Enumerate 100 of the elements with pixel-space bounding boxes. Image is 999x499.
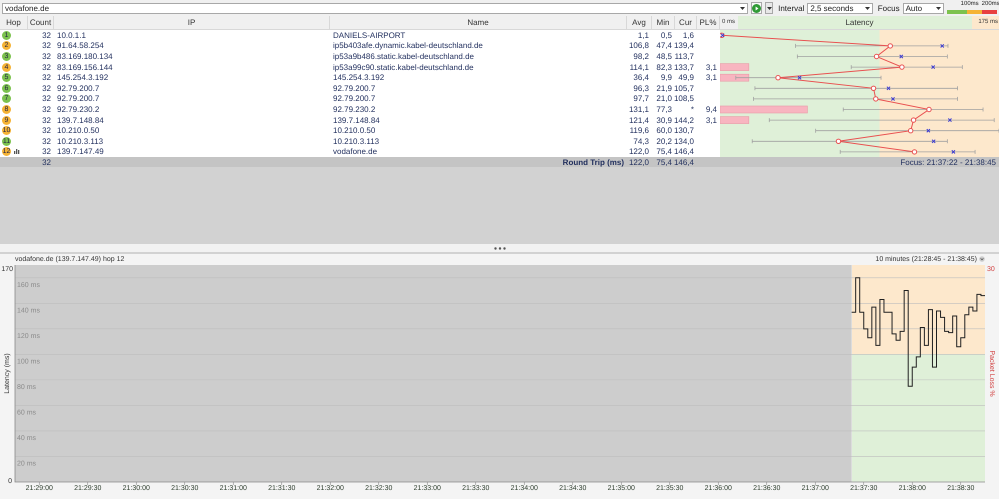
packet-loss-bar [720,63,750,71]
average-marker [874,54,880,60]
table-cell: 10.210.0.50 [333,126,376,136]
current-marker [926,128,930,133]
table-cell: 74,3 [633,136,649,146]
table-cell: vodafone.de [333,147,378,156]
table-cell: 113,7 [674,52,694,61]
table-cell: 119,6 [630,126,649,136]
table-cell: 114,1 [630,62,649,72]
average-marker [926,106,932,112]
column-header[interactable]: IP [54,16,330,30]
table-cell: 60,0 [656,126,672,136]
interval-select[interactable]: 2,5 seconds [807,2,873,14]
column-header[interactable]: Avg [627,16,652,30]
table-cell: DANIELS-AIRPORT [333,30,406,40]
table-cell: ip5b403afe.dynamic.kabel-deutschland.de [333,41,483,50]
table-cell: 32 [42,41,51,50]
table-cell: 32 [42,52,51,61]
table-cell: 32 [42,136,51,146]
table-cell: 49,9 [678,73,694,82]
table-cell: 32 [42,73,51,82]
column-header[interactable]: Hop [0,16,28,30]
table-cell: 10.210.0.50 [57,126,100,136]
column-header[interactable]: Min [652,16,675,30]
table-cell: ip53a9b486.static.kabel-deutschland.de [333,52,474,61]
table-cell: 3,1 [706,73,717,82]
current-marker [797,76,802,80]
packet-loss-bar [720,74,750,82]
average-current-marker [720,32,725,38]
table-cell: 146,4 [674,158,694,167]
table-cell: 9,4 [706,104,717,114]
focus-select[interactable]: Auto [902,2,944,14]
current-marker [940,44,944,48]
table-cell: 36,4 [633,73,649,82]
column-header[interactable]: Name [330,16,627,30]
table-cell: 122,0 [628,147,649,156]
table-cell: 32 [42,94,51,104]
column-header[interactable]: Cur [675,16,697,30]
row-label: Round Trip (ms) [562,158,624,167]
play-icon [752,4,761,12]
current-marker [932,139,936,144]
current-marker [886,86,891,90]
table-cell: 144,2 [674,116,694,125]
table-cell: 139.7.148.84 [333,116,380,125]
target-field[interactable]: vodafone.de [2,2,748,14]
table-cell: 108,5 [674,94,694,104]
average-marker [888,43,893,49]
current-marker [951,150,956,154]
table-cell: 10.210.3.113 [57,136,104,146]
table-cell: 131,1 [628,104,649,114]
packet-loss-bar [720,116,750,124]
table-cell: 20,2 [656,136,672,146]
current-marker [931,65,936,70]
table-cell: 145.254.3.192 [57,73,108,82]
table-cell: 32 [42,104,51,114]
table-cell: 21,9 [656,84,672,93]
average-marker [870,86,876,91]
average-marker [836,138,842,144]
column-header[interactable]: Count [28,16,54,30]
table-cell: 145.254.3.192 [333,73,384,82]
average-marker [873,96,878,102]
dropdown-button[interactable] [765,2,774,14]
table-cell: 32 [42,84,51,93]
table-cell: 1,6 [682,30,694,40]
focus-range: Focus: 21:37:22 - 21:38:45 [900,158,996,167]
table-cell: 92.79.200.7 [333,94,376,104]
table-cell: 106,8 [628,41,649,50]
column-title: Latency [845,18,874,27]
table-cell: 32 [42,158,51,167]
table-cell: 98,2 [633,52,649,61]
table-cell: 83.169.180.134 [57,52,113,61]
table-cell: ip53a99c90.static.kabel-deutschland.de [333,62,474,72]
average-marker [912,149,918,155]
table-cell: 21,0 [656,94,672,104]
table-cell: 32 [42,62,51,72]
bar-chart-icon[interactable] [14,149,20,154]
table-cell: * [690,104,694,114]
table-cell: 82,3 [656,62,672,72]
table-cell: 77,3 [656,104,672,114]
table-cell: 134,0 [674,136,694,146]
column-header[interactable]: PL% [697,16,720,30]
table-cell: 92.79.200.7 [57,84,100,93]
table-cell: 105,7 [674,84,694,93]
table-cell: 146,4 [674,147,694,156]
grip-icon[interactable] [494,246,506,250]
table-cell: 1,1 [638,30,649,40]
table-cell: 92.79.230.2 [333,104,376,114]
start-button[interactable] [751,2,762,14]
table-cell: 75,4 [656,147,672,156]
table-cell: 32 [42,126,51,136]
table-cell: 10.210.3.113 [333,136,380,146]
table-cell: 92.79.230.2 [57,104,100,114]
average-marker [775,75,781,80]
caret-icon [936,6,941,10]
chevron-icon[interactable] [979,256,985,262]
table-cell: 92.79.200.7 [57,94,100,104]
table-cell: 83.169.156.144 [57,62,113,72]
interval-label: Interval [778,4,804,12]
caret-icon [864,6,870,10]
average-marker [899,64,905,70]
